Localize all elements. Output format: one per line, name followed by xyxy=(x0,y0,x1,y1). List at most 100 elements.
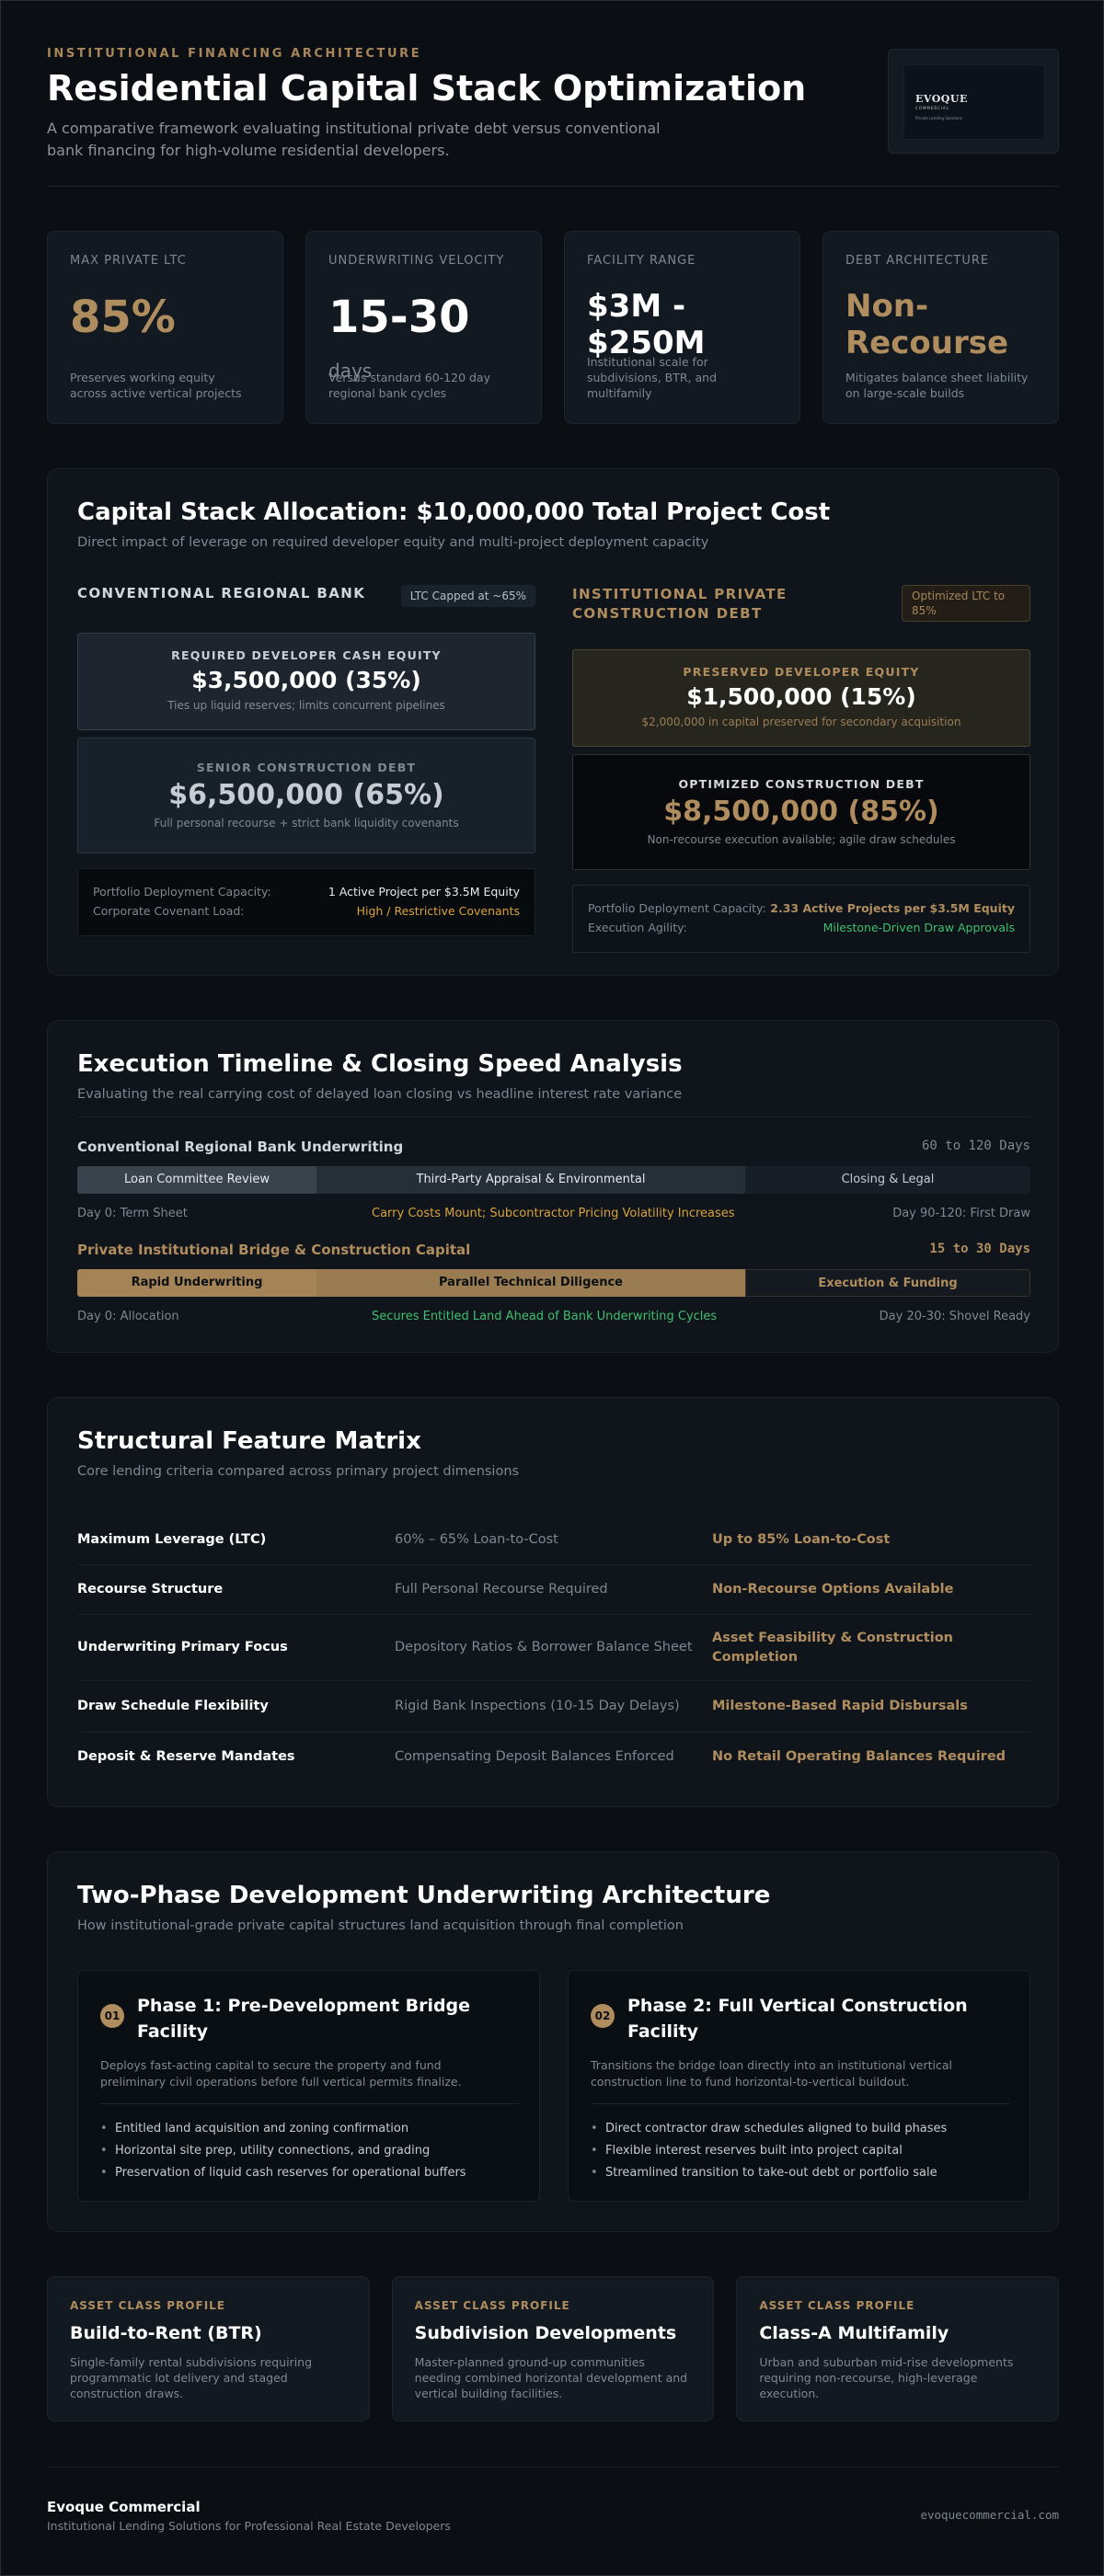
matrix-feature: Recourse Structure xyxy=(77,1582,224,1597)
timeline-note-warning: Carry Costs Mount; Subcontractor Pricing… xyxy=(372,1207,735,1220)
footer-link[interactable]: evoquecommercial.com xyxy=(920,2508,1059,2522)
block-value: $1,500,000 (15%) xyxy=(686,683,916,710)
list-item: Direct contractor draw schedules aligned… xyxy=(591,2118,1005,2140)
summary-value-warning: High / Restrictive Covenants xyxy=(356,904,520,918)
section-subtitle: Evaluating the real carrying cost of del… xyxy=(77,1087,683,1102)
phase-desc: Deploys fast-acting capital to secure th… xyxy=(100,2058,462,2089)
timeline-segment: Execution & Funding xyxy=(745,1269,1030,1297)
matrix-row: Deposit & Reserve Mandates Compensating … xyxy=(77,1733,1030,1780)
section-title: Capital Stack Allocation: $10,000,000 To… xyxy=(77,498,831,526)
logo-line3: Private Lending Solutions xyxy=(915,116,962,120)
summary-row: Corporate Covenant Load: High / Restrict… xyxy=(93,901,520,921)
asset-title: Build-to-Rent (BTR) xyxy=(70,2323,262,2343)
asset-desc: Urban and suburban mid-rise developments… xyxy=(759,2355,1014,2400)
stat-label: DEBT ARCHITECTURE xyxy=(845,254,990,268)
asset-card-subdivision: ASSET CLASS PROFILE Subdivision Developm… xyxy=(391,2276,715,2421)
column-heading: INSTITUTIONAL PRIVATE CONSTRUCTION DEBT xyxy=(572,586,788,622)
timeline-bank-footer: Day 0: Term Sheet Carry Costs Mount; Sub… xyxy=(77,1207,1030,1223)
summary-key: Portfolio Deployment Capacity: xyxy=(93,885,271,899)
matrix-private-value: Milestone-Based Rapid Disbursals xyxy=(712,1699,968,1713)
logo-image: EVOQUE COMMERCIAL Private Lending Soluti… xyxy=(903,64,1045,140)
footer-brand: Evoque Commercial xyxy=(47,2499,201,2515)
track-name: Private Institutional Bridge & Construct… xyxy=(77,1242,471,1258)
summary-value: 2.33 Active Projects per $3.5M Equity xyxy=(770,901,1015,915)
timeline-bank-bar: Loan Committee Review Third-Party Apprai… xyxy=(77,1166,1030,1194)
phase-number-badge: 01 xyxy=(100,2004,124,2028)
summary-row: Portfolio Deployment Capacity: 1 Active … xyxy=(93,882,520,901)
phases-section: Two-Phase Development Underwriting Archi… xyxy=(47,1851,1059,2232)
summary-key: Corporate Covenant Load: xyxy=(93,904,245,918)
stat-value: $3M - $250M xyxy=(587,288,706,361)
section-title: Two-Phase Development Underwriting Archi… xyxy=(77,1882,771,1909)
timeline-segment: Parallel Technical Diligence xyxy=(316,1269,745,1297)
debt-block: OPTIMIZED CONSTRUCTION DEBT $8,500,000 (… xyxy=(572,754,1030,870)
stat-desc: Mitigates balance sheet liability on lar… xyxy=(845,371,1029,400)
block-value: $6,500,000 (65%) xyxy=(168,779,444,811)
matrix-bank-value: Full Personal Recourse Required xyxy=(395,1582,608,1597)
matrix-bank-value: Depository Ratios & Borrower Balance She… xyxy=(395,1640,693,1654)
private-summary-box: Portfolio Deployment Capacity: 2.33 Acti… xyxy=(572,885,1030,953)
block-value: $8,500,000 (85%) xyxy=(663,796,939,828)
stat-card-velocity: UNDERWRITING VELOCITY 15-30 days Versus … xyxy=(305,231,542,424)
phase-bullets: Entitled land acquisition and zoning con… xyxy=(100,2118,514,2184)
matrix-private-value: Non-Recourse Options Available xyxy=(712,1582,954,1597)
stat-label: FACILITY RANGE xyxy=(587,254,696,268)
matrix-feature: Draw Schedule Flexibility xyxy=(77,1699,269,1713)
page-footer: Evoque Commercial Institutional Lending … xyxy=(47,2467,1059,2533)
summary-key: Portfolio Deployment Capacity: xyxy=(588,901,766,915)
equity-block: PRESERVED DEVELOPER EQUITY $1,500,000 (1… xyxy=(572,649,1030,747)
logo-wordmark: EVOQUE xyxy=(915,93,968,105)
timeline-end: Day 20-30: Shovel Ready xyxy=(879,1310,1030,1323)
timeline-private-name: Private Institutional Bridge & Construct… xyxy=(77,1242,1030,1258)
page-header: INSTITUTIONAL FINANCING ARCHITECTURE Res… xyxy=(47,47,1059,187)
stat-value: 15-30 xyxy=(328,292,470,343)
asset-card-multifamily: ASSET CLASS PROFILE Class-A Multifamily … xyxy=(736,2276,1060,2421)
matrix-bank-value: 60% – 65% Loan-to-Cost xyxy=(395,1532,558,1547)
matrix-private-value: Asset Feasibility & Construction Complet… xyxy=(712,1630,953,1665)
matrix-row: Recourse Structure Full Personal Recours… xyxy=(77,1565,1030,1615)
page-subtitle: A comparative framework evaluating insti… xyxy=(47,120,661,159)
matrix-row: Maximum Leverage (LTC) 60% – 65% Loan-to… xyxy=(77,1516,1030,1565)
timeline-note-success: Secures Entitled Land Ahead of Bank Unde… xyxy=(372,1310,718,1323)
matrix-feature: Deposit & Reserve Mandates xyxy=(77,1748,295,1764)
phase-card-1: 01 Phase 1: Pre-Development Bridge Facil… xyxy=(77,1970,540,2202)
timeline-segment: Loan Committee Review xyxy=(77,1166,316,1194)
stat-desc: Institutional scale for subdivisions, BT… xyxy=(587,355,718,400)
list-item: Preservation of liquid cash reserves for… xyxy=(100,2162,514,2184)
capital-stack-section: Capital Stack Allocation: $10,000,000 To… xyxy=(47,468,1059,976)
section-subtitle: How institutional-grade private capital … xyxy=(77,1918,684,1933)
list-item: Horizontal site prep, utility connection… xyxy=(100,2140,514,2162)
divider xyxy=(100,2103,519,2104)
phase-title: Phase 1: Pre-Development Bridge Facility xyxy=(137,1996,471,2042)
stat-label: UNDERWRITING VELOCITY xyxy=(328,254,505,268)
section-subtitle: Direct impact of leverage on required de… xyxy=(77,535,709,550)
summary-value: 1 Active Project per $3.5M Equity xyxy=(328,885,520,899)
matrix-bank-value: Rigid Bank Inspections (10-15 Day Delays… xyxy=(395,1699,680,1713)
list-item: Flexible interest reserves built into pr… xyxy=(591,2140,1005,2162)
private-column: INSTITUTIONAL PRIVATE CONSTRUCTION DEBT … xyxy=(572,585,1030,962)
list-item: Streamlined transition to take-out debt … xyxy=(591,2162,1005,2184)
bank-summary-box: Portfolio Deployment Capacity: 1 Active … xyxy=(77,868,535,936)
matrix-row: Underwriting Primary Focus Depository Ra… xyxy=(77,1615,1030,1681)
timeline-section: Execution Timeline & Closing Speed Analy… xyxy=(47,1020,1059,1353)
asset-label: ASSET CLASS PROFILE xyxy=(414,2299,570,2312)
logo-line2: COMMERCIAL xyxy=(915,106,949,110)
feature-matrix-section: Structural Feature Matrix Core lending c… xyxy=(47,1397,1059,1807)
stat-desc: Preserves working equity across active v… xyxy=(70,371,242,400)
stat-cards: MAX PRIVATE LTC 85% Preserves working eq… xyxy=(47,231,1059,424)
matrix-bank-value: Compensating Deposit Balances Enforced xyxy=(395,1748,674,1764)
timeline-private-footer: Day 0: Allocation Secures Entitled Land … xyxy=(77,1310,1030,1326)
stat-card-facility: FACILITY RANGE $3M - $250M Institutional… xyxy=(564,231,800,424)
asset-label: ASSET CLASS PROFILE xyxy=(70,2299,225,2312)
page: INSTITUTIONAL FINANCING ARCHITECTURE Res… xyxy=(0,0,1104,2576)
track-duration: 60 to 120 Days xyxy=(921,1139,1030,1153)
summary-key: Execution Agility: xyxy=(588,921,687,934)
divider xyxy=(591,2103,1009,2104)
block-label: REQUIRED DEVELOPER CASH EQUITY xyxy=(171,648,442,662)
debt-block: SENIOR CONSTRUCTION DEBT $6,500,000 (65%… xyxy=(77,738,535,853)
timeline-segment: Rapid Underwriting xyxy=(77,1269,316,1297)
ltc-badge: Optimized LTC to 85% xyxy=(902,585,1030,622)
summary-row: Execution Agility: Milestone-Driven Draw… xyxy=(588,918,1015,937)
stat-desc: Versus standard 60-120 day regional bank… xyxy=(328,371,490,400)
track-name: Conventional Regional Bank Underwriting xyxy=(77,1139,404,1155)
